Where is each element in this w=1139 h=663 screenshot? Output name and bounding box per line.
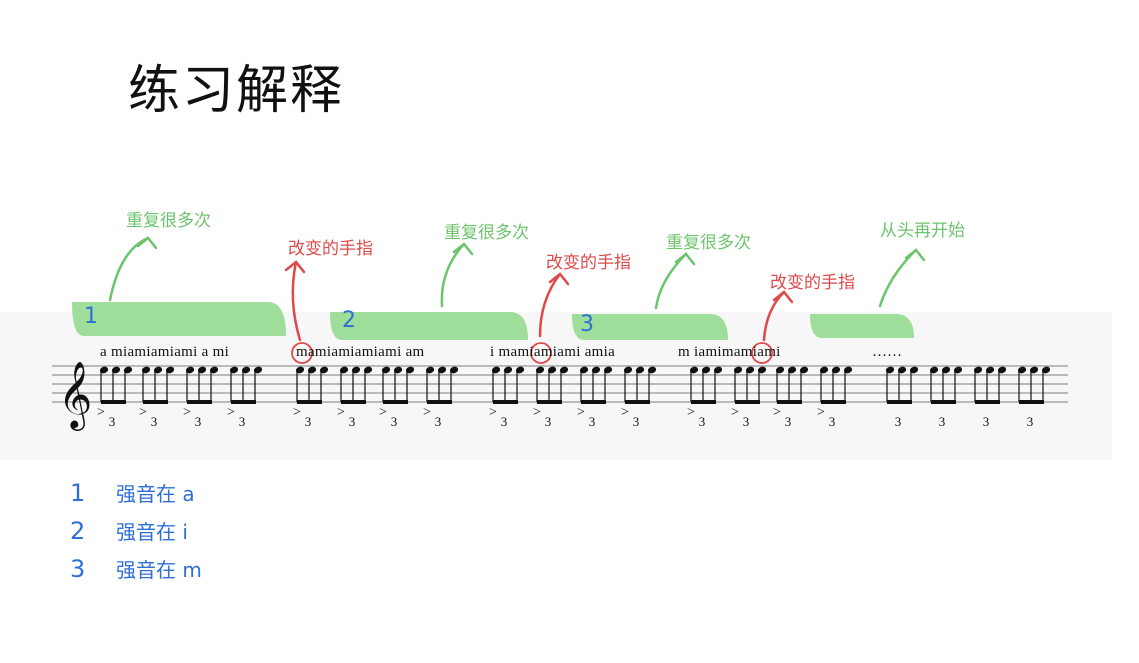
- repeat-arrow-2: [440, 242, 474, 308]
- note-beam: [297, 400, 322, 404]
- group-number-2: 2: [342, 308, 356, 333]
- note-beam: [187, 400, 212, 404]
- note-beam: [777, 400, 802, 404]
- triplet-label: 3: [349, 414, 356, 429]
- note-beam: [493, 400, 518, 404]
- triplet-label: 3: [939, 414, 946, 429]
- accent-mark: >: [817, 405, 825, 420]
- triplet-label: 3: [195, 414, 202, 429]
- highlight-bars: [72, 302, 914, 340]
- note-beam: [931, 400, 956, 404]
- arrow-shaft: [291, 260, 302, 342]
- continuation-dots: ……: [872, 344, 902, 360]
- highlight-bar-3: [572, 314, 728, 340]
- triplet-label: 3: [501, 414, 508, 429]
- accent-mark: >: [773, 405, 781, 420]
- note-beam: [975, 400, 1000, 404]
- note-beam: [101, 400, 126, 404]
- repeat-arrow-1: [108, 236, 158, 302]
- note-beam: [341, 400, 366, 404]
- legend-item-2: 2 强音在 i: [70, 516, 188, 545]
- arrow-shaft: [878, 248, 918, 308]
- legend-number: 3: [70, 555, 86, 583]
- accent-mark: >: [489, 405, 497, 420]
- triplet-label: 3: [545, 414, 552, 429]
- arrow-shaft: [108, 236, 150, 302]
- highlight-bar-1: [72, 302, 286, 336]
- note-beam: [143, 400, 168, 404]
- restart-arrow: [878, 248, 926, 308]
- triplet-label: 3: [239, 414, 246, 429]
- note-beam: [821, 400, 846, 404]
- arrow-head: [136, 236, 158, 250]
- change-arrow-2: [538, 272, 570, 338]
- note-beam: [1019, 400, 1044, 404]
- triplet-label: 3: [1027, 414, 1034, 429]
- change-arrow-1: [284, 260, 306, 342]
- accent-mark: >: [183, 405, 191, 420]
- finger-row-1: a miamiamiami a mi: [100, 344, 230, 360]
- finger-row-3: i mamiamiami amia: [490, 344, 616, 360]
- triplet-label: 3: [743, 414, 750, 429]
- highlight-bar-2: [330, 312, 528, 340]
- triplet-label: 3: [305, 414, 312, 429]
- triplet-label: 3: [109, 414, 116, 429]
- note-beam: [537, 400, 562, 404]
- arrow-shaft: [440, 242, 466, 308]
- legend-item-3: 3 强音在 m: [70, 554, 202, 583]
- note-beam: [625, 400, 650, 404]
- legend-label: 强音在 i: [116, 520, 188, 544]
- change-arrow-3: [762, 290, 794, 342]
- legend-number: 2: [70, 517, 86, 545]
- accent-mark: >: [687, 405, 695, 420]
- triplet-label: 3: [895, 414, 902, 429]
- accent-mark: >: [533, 405, 541, 420]
- accent-mark: >: [293, 405, 301, 420]
- triplet-label: 3: [589, 414, 596, 429]
- highlight-bar-4: [810, 314, 914, 338]
- legend-number: 1: [70, 479, 86, 507]
- accent-mark: >: [423, 405, 431, 420]
- treble-clef-glyph: 𝄞: [58, 360, 92, 431]
- note-beam: [735, 400, 760, 404]
- triplet-label: 3: [633, 414, 640, 429]
- note-beam: [581, 400, 606, 404]
- note-beam: [231, 400, 256, 404]
- accent-mark: >: [97, 405, 105, 420]
- repeat-arrow-3: [654, 252, 696, 310]
- group-number-1: 1: [84, 304, 98, 329]
- accent-mark: >: [379, 405, 387, 420]
- triplet-label: 3: [699, 414, 706, 429]
- arrow-shaft: [538, 272, 562, 338]
- arrow-shaft: [654, 252, 688, 310]
- note-beam: [691, 400, 716, 404]
- triplet-label: 3: [983, 414, 990, 429]
- legend-label: 强音在 m: [116, 558, 202, 582]
- accent-mark: >: [227, 405, 235, 420]
- finger-row-2: mamiamiamiami am: [296, 344, 425, 360]
- note-beam: [383, 400, 408, 404]
- legend-item-1: 1 强音在 a: [70, 478, 195, 507]
- triplet-label: 3: [151, 414, 158, 429]
- group-number-3: 3: [580, 312, 594, 337]
- treble-clef: 𝄞: [58, 360, 92, 431]
- accent-mark: >: [337, 405, 345, 420]
- accent-mark: >: [731, 405, 739, 420]
- note-beam: [427, 400, 452, 404]
- finger-row-4: m iamimamiami: [678, 344, 781, 360]
- accent-mark: >: [577, 405, 585, 420]
- triplet-label: 3: [829, 414, 836, 429]
- triplet-label: 3: [435, 414, 442, 429]
- legend-label: 强音在 a: [116, 482, 195, 506]
- note-beam: [887, 400, 912, 404]
- triplet-label: 3: [391, 414, 398, 429]
- accent-mark: >: [621, 405, 629, 420]
- accent-mark: >: [139, 405, 147, 420]
- triplet-label: 3: [785, 414, 792, 429]
